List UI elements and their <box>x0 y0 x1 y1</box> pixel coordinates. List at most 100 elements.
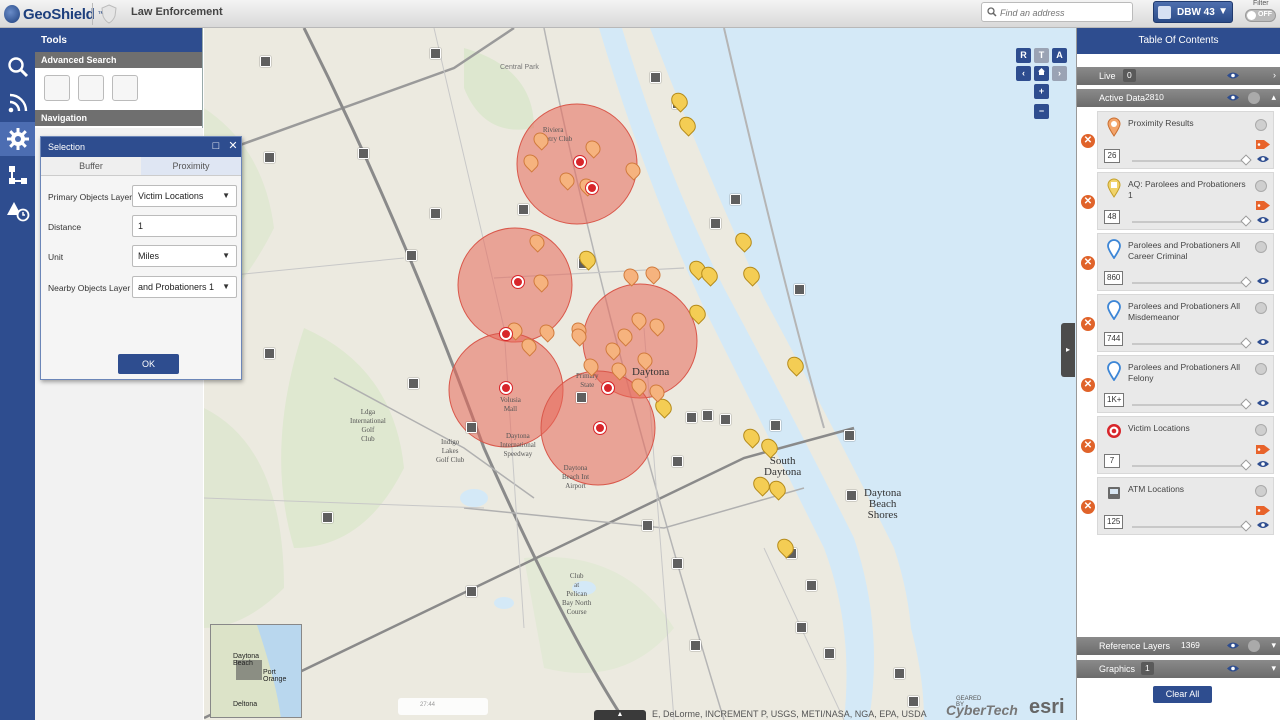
aerial-basemap-button[interactable]: A <box>1052 48 1067 63</box>
radius-search-icon[interactable] <box>44 75 70 101</box>
toc-collapse-tab[interactable]: ▸ <box>1061 323 1075 377</box>
maximize-icon[interactable]: □ <box>210 141 222 153</box>
opacity-slider[interactable] <box>1132 215 1252 227</box>
atm-marker[interactable] <box>264 152 275 163</box>
zoom-in-button[interactable]: + <box>1034 84 1049 99</box>
opacity-slider[interactable] <box>1132 398 1252 410</box>
live-section-bar[interactable]: Live 0 › <box>1077 67 1280 85</box>
eye-icon[interactable] <box>1257 460 1269 468</box>
media-controls[interactable]: 27:44 <box>398 698 488 715</box>
ok-button[interactable]: OK <box>118 354 179 374</box>
atm-marker[interactable] <box>672 456 683 467</box>
remove-layer-button[interactable]: ✕ <box>1081 134 1095 148</box>
remove-layer-button[interactable]: ✕ <box>1081 317 1095 331</box>
address-search-input[interactable] <box>1000 5 1128 20</box>
layer-settings-icon[interactable] <box>1255 241 1267 253</box>
atm-marker[interactable] <box>672 558 683 569</box>
navigation-header[interactable]: Navigation <box>35 110 202 126</box>
active-data-bar[interactable]: Active Data 2810 ▴ <box>1077 89 1280 107</box>
atm-marker[interactable] <box>650 72 661 83</box>
tab-buffer[interactable]: Buffer <box>41 157 141 175</box>
atm-marker[interactable] <box>806 580 817 591</box>
atm-marker[interactable] <box>908 696 919 707</box>
pan-right-button[interactable]: › <box>1052 66 1067 81</box>
victim-location-marker[interactable] <box>593 421 607 435</box>
atm-marker[interactable] <box>430 208 441 219</box>
atm-marker[interactable] <box>430 48 441 59</box>
primary-layer-select[interactable]: Victim Locations ▼ <box>132 185 237 207</box>
atm-marker[interactable] <box>518 204 529 215</box>
remove-layer-button[interactable]: ✕ <box>1081 500 1095 514</box>
home-button[interactable] <box>1034 66 1049 81</box>
database-selector[interactable]: DBW 43 ▼ <box>1153 1 1233 23</box>
slider-thumb[interactable] <box>1240 154 1252 166</box>
atm-marker[interactable] <box>686 412 697 423</box>
tag-icon[interactable] <box>1256 139 1270 150</box>
settings-circle-icon[interactable] <box>1248 92 1260 104</box>
filter-toggle[interactable]: OFF <box>1245 9 1276 22</box>
rail-network-button[interactable] <box>0 158 35 192</box>
pan-left-button[interactable]: ‹ <box>1016 66 1031 81</box>
atm-marker[interactable] <box>730 194 741 205</box>
atm-marker[interactable] <box>322 512 333 523</box>
slider-thumb[interactable] <box>1240 276 1252 288</box>
atm-marker[interactable] <box>358 148 369 159</box>
rail-alerts-button[interactable] <box>0 194 35 228</box>
remove-layer-button[interactable]: ✕ <box>1081 378 1095 392</box>
layer-settings-icon[interactable] <box>1255 485 1267 497</box>
remove-layer-button[interactable]: ✕ <box>1081 256 1095 270</box>
clear-all-button[interactable]: Clear All <box>1153 686 1212 703</box>
eye-icon[interactable] <box>1227 641 1239 650</box>
victim-location-marker[interactable] <box>573 155 587 169</box>
remove-layer-button[interactable]: ✕ <box>1081 439 1095 453</box>
slider-thumb[interactable] <box>1240 337 1252 349</box>
victim-location-marker[interactable] <box>511 275 525 289</box>
rail-tools-button[interactable] <box>0 122 35 156</box>
atm-marker[interactable] <box>824 648 835 659</box>
atm-marker[interactable] <box>894 668 905 679</box>
tag-icon[interactable] <box>1256 505 1270 516</box>
unit-select[interactable]: Miles ▼ <box>132 245 237 267</box>
toc-layer-card[interactable]: Parolees and Probationers All Felony 1K+ <box>1097 355 1274 413</box>
reference-layers-bar[interactable]: Reference Layers 1369 ▾ <box>1077 637 1280 655</box>
atm-marker[interactable] <box>720 414 731 425</box>
terrain-basemap-button[interactable]: T <box>1034 48 1049 63</box>
distance-input[interactable]: 1 <box>132 215 237 237</box>
address-search[interactable] <box>981 2 1133 22</box>
app-logo[interactable]: GeoShield ™ <box>4 3 104 25</box>
tag-icon[interactable] <box>1256 200 1270 211</box>
overview-minimap[interactable]: Daytona Beach Port Orange Deltona <box>210 624 302 718</box>
toc-layer-card[interactable]: Parolees and Probationers All Career Cri… <box>1097 233 1274 291</box>
close-icon[interactable]: ✕ <box>227 141 239 153</box>
atm-marker[interactable] <box>264 348 275 359</box>
opacity-slider[interactable] <box>1132 276 1252 288</box>
nearby-layer-select[interactable]: and Probationers 1 ▼ <box>132 276 237 298</box>
victim-location-marker[interactable] <box>499 327 513 341</box>
eye-icon[interactable] <box>1257 277 1269 285</box>
atm-marker[interactable] <box>794 284 805 295</box>
layer-settings-icon[interactable] <box>1255 180 1267 192</box>
atm-marker[interactable] <box>466 422 477 433</box>
map-view[interactable]: Riviera Country Club Central Park Ldga I… <box>204 28 1076 720</box>
graphics-bar[interactable]: Graphics 1 ▾ <box>1077 660 1280 678</box>
atm-marker[interactable] <box>260 56 271 67</box>
road-basemap-button[interactable]: R <box>1016 48 1031 63</box>
atm-marker[interactable] <box>466 586 477 597</box>
atm-marker[interactable] <box>576 392 587 403</box>
atm-marker[interactable] <box>690 640 701 651</box>
victim-location-marker[interactable] <box>585 181 599 195</box>
toc-layer-card[interactable]: ATM Locations 125 <box>1097 477 1274 535</box>
document-search-icon[interactable] <box>112 75 138 101</box>
chevron-right-icon[interactable]: › <box>1273 70 1276 80</box>
toc-layer-card[interactable]: Victim Locations 7 <box>1097 416 1274 474</box>
atm-marker[interactable] <box>846 490 857 501</box>
layer-settings-icon[interactable] <box>1255 302 1267 314</box>
toc-layer-card[interactable]: Proximity Results 26 <box>1097 111 1274 169</box>
toc-layer-card[interactable]: Parolees and Probationers All Misdemeano… <box>1097 294 1274 352</box>
atm-marker[interactable] <box>844 430 855 441</box>
toc-layer-card[interactable]: AQ: Parolees and Probationers 1 48 <box>1097 172 1274 230</box>
slider-thumb[interactable] <box>1240 215 1252 227</box>
zoom-out-button[interactable]: − <box>1034 104 1049 119</box>
atm-marker[interactable] <box>702 410 713 421</box>
eye-icon[interactable] <box>1257 216 1269 224</box>
